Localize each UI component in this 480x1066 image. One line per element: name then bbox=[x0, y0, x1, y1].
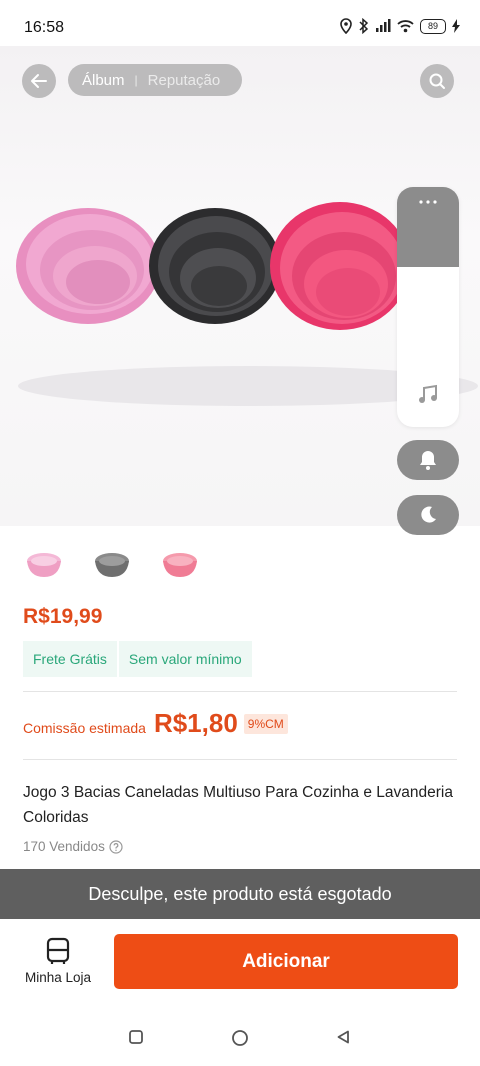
status-time: 16:58 bbox=[24, 19, 65, 36]
more-dots-icon bbox=[419, 200, 437, 204]
bell-button[interactable] bbox=[397, 440, 459, 480]
thumbnail-pink[interactable] bbox=[20, 540, 68, 588]
help-icon[interactable] bbox=[109, 839, 123, 854]
my-store-label: Minha Loja bbox=[24, 970, 92, 985]
tab-separator: | bbox=[134, 73, 138, 87]
search-icon bbox=[429, 73, 445, 89]
tab-album[interactable]: Álbum bbox=[82, 72, 125, 89]
status-bar: 16:58 89 bbox=[0, 0, 480, 50]
thumbnail-gray[interactable] bbox=[88, 540, 136, 588]
bottom-action-bar: Minha Loja Adicionar bbox=[0, 919, 480, 1009]
circle-icon bbox=[232, 1030, 248, 1046]
arrow-left-icon bbox=[31, 74, 47, 88]
commission-row: Comissão estimada R$1,80 9%CM bbox=[23, 708, 288, 739]
moon-button[interactable] bbox=[397, 495, 459, 535]
battery-icon: 89 bbox=[420, 18, 446, 34]
square-icon bbox=[129, 1030, 143, 1044]
divider bbox=[23, 691, 457, 692]
shipping-tags: Frete Grátis Sem valor mínimo bbox=[23, 641, 252, 677]
product-title: Jogo 3 Bacias Caneladas Multiuso Para Co… bbox=[23, 784, 453, 826]
triangle-back-icon bbox=[337, 1030, 349, 1044]
divider bbox=[23, 759, 457, 760]
store-icon bbox=[46, 937, 70, 964]
commission-value: R$1,80 bbox=[153, 708, 238, 738]
bell-icon bbox=[420, 451, 436, 470]
add-button[interactable]: Adicionar bbox=[114, 934, 458, 989]
system-nav-bar bbox=[0, 1009, 480, 1066]
charging-icon bbox=[452, 19, 460, 33]
signal-icon bbox=[375, 19, 391, 33]
music-note-icon[interactable] bbox=[416, 382, 440, 411]
floating-side-panel[interactable] bbox=[397, 187, 459, 427]
search-button[interactable] bbox=[420, 64, 454, 98]
commission-badge: 9%CM bbox=[243, 713, 288, 734]
sold-count-text: 170 Vendidos bbox=[23, 839, 105, 854]
commission-label: Comissão estimada bbox=[23, 719, 146, 736]
sold-out-banner: Desculpe, este produto está esgotado bbox=[0, 869, 480, 919]
more-button[interactable] bbox=[397, 187, 459, 267]
product-price: R$19,99 bbox=[23, 605, 103, 628]
thumbnail-list bbox=[20, 540, 204, 588]
sold-count: 170 Vendidos bbox=[23, 839, 123, 854]
location-icon bbox=[339, 18, 353, 34]
no-minimum-tag: Sem valor mínimo bbox=[118, 641, 252, 677]
back-nav-button[interactable] bbox=[335, 1029, 351, 1050]
moon-icon bbox=[421, 506, 436, 523]
free-shipping-tag: Frete Grátis bbox=[23, 641, 117, 677]
image-tabs: Álbum | Reputação bbox=[68, 64, 242, 96]
thumbnail-red[interactable] bbox=[156, 540, 204, 588]
back-button[interactable] bbox=[22, 64, 56, 98]
status-icons: 89 bbox=[339, 18, 460, 34]
bluetooth-icon bbox=[359, 18, 369, 34]
recents-button[interactable] bbox=[128, 1029, 144, 1050]
tab-reputation[interactable]: Reputação bbox=[148, 72, 221, 89]
wifi-icon bbox=[397, 19, 414, 33]
home-button[interactable] bbox=[231, 1029, 249, 1052]
my-store-button[interactable]: Minha Loja bbox=[20, 937, 96, 987]
product-page: 16:58 89 Álbum | Reputação R$19,99 Frete… bbox=[0, 0, 480, 1066]
